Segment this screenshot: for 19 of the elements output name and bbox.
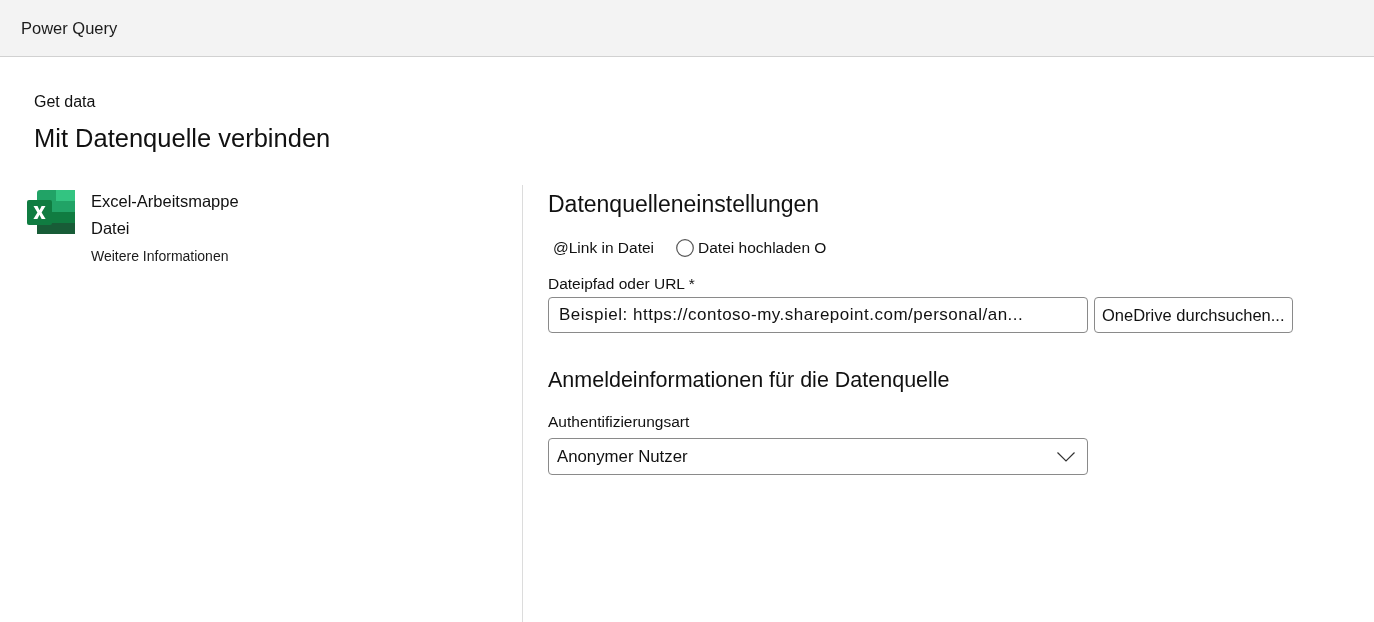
- file-path-field[interactable]: Beispiel: https://contoso-my.sharepoint.com/personal/an...: [548, 297, 1088, 333]
- section-heading: Datenquelleneinstellungen: [548, 190, 821, 219]
- dropdown-value: Anonymer Nutzer: [557, 446, 688, 467]
- section-heading: Anmeldeinformationen für die Datenquelle: [548, 367, 951, 394]
- app-title: Power Query: [21, 18, 118, 38]
- browse-onedrive-button[interactable]: OneDrive durchsuchen...: [1094, 297, 1293, 333]
- field-label: Authentifizierungsart: [548, 412, 691, 432]
- authentication-dropdown[interactable]: Anonymer Nutzer: [548, 438, 1088, 475]
- chevron-down-icon: [1057, 451, 1075, 462]
- radio-button-icon[interactable]: [676, 239, 695, 257]
- field-label: Dateipfad oder URL *: [548, 274, 696, 294]
- more-info-link[interactable]: Weitere Informationen: [91, 247, 229, 265]
- breadcrumb: Get data: [34, 92, 97, 112]
- connector-name: Excel-Arbeitsmappe: [91, 191, 239, 212]
- spreadsheet-icon: [27, 190, 75, 234]
- source-option[interactable]: @Link in Datei: [553, 238, 655, 258]
- page-title: Mit Datenquelle verbinden: [34, 123, 332, 154]
- connector-category: Datei: [91, 218, 131, 239]
- radio-label[interactable]: Datei hochladen O: [698, 238, 827, 258]
